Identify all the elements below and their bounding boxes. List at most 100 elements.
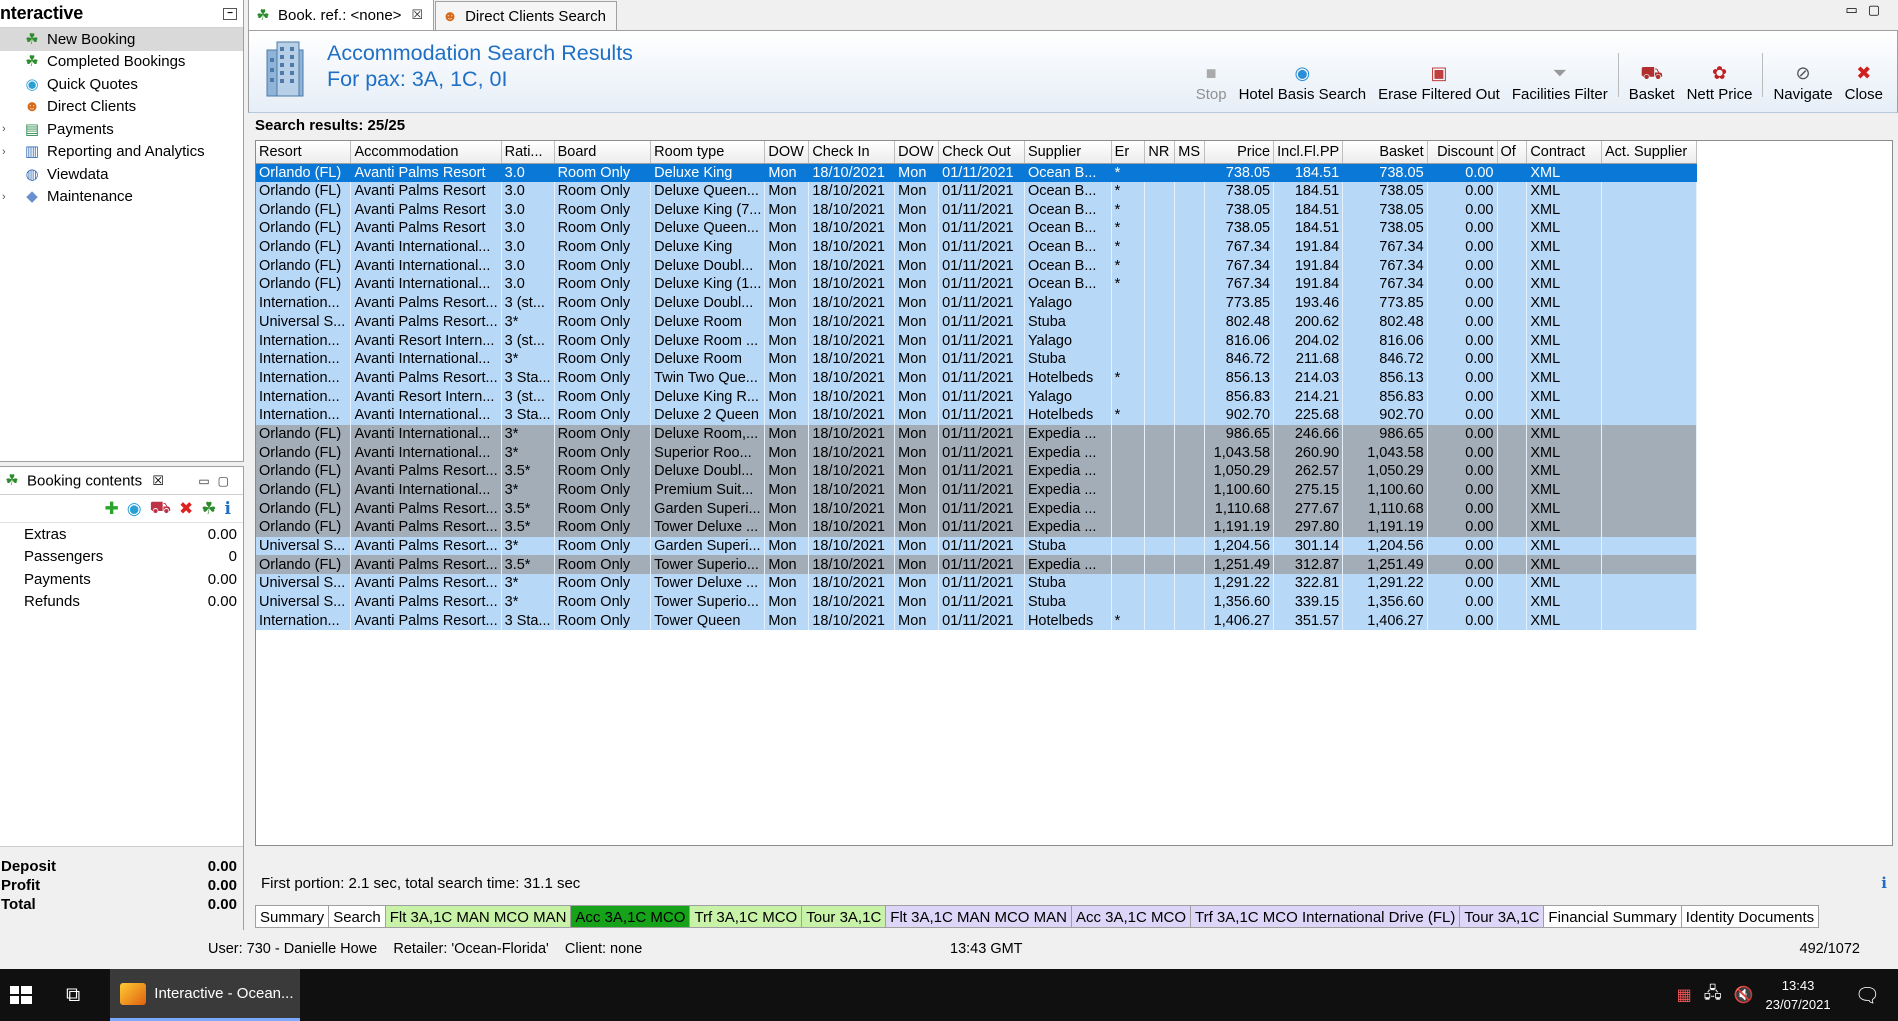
add-icon[interactable]: ✚ xyxy=(105,499,119,519)
column-header[interactable]: Er xyxy=(1111,141,1146,164)
table-row[interactable]: Orlando (FL) Avanti Palms Resort... 3.5* Ro… xyxy=(256,499,1892,519)
table-row[interactable]: Universal S... Avanti Palms Resort... 3* Ro… xyxy=(256,592,1892,612)
task-view-icon[interactable]: ⧉ xyxy=(66,984,80,1007)
table-row[interactable]: Internation... Avanti International... 3* R… xyxy=(256,349,1892,369)
close-tab-icon[interactable]: ☒ xyxy=(411,7,423,23)
column-header[interactable]: Discount xyxy=(1427,141,1498,164)
column-header[interactable]: Check In xyxy=(808,141,896,164)
delete-icon[interactable]: ✖ xyxy=(179,499,193,519)
column-header[interactable]: Rati... xyxy=(501,141,555,164)
table-row[interactable]: Universal S... Avanti Palms Resort... 3* Ro… xyxy=(256,312,1892,332)
table-row[interactable]: Universal S... Avanti Palms Resort... 3* Ro… xyxy=(256,574,1892,593)
nav-item-reporting-and-analytics[interactable]: › ▥ Reporting and Analytics xyxy=(0,141,243,164)
nav-item-quick-quotes[interactable]: ◉ Quick Quotes xyxy=(0,73,243,96)
tab-booking-ref[interactable]: ☘ Book. ref.: <none> ☒ xyxy=(248,0,435,30)
bottom-tab[interactable]: Tour 3A,1C xyxy=(1459,905,1545,928)
expand-icon[interactable]: › xyxy=(2,191,6,203)
column-header[interactable]: Act. Supplier xyxy=(1601,141,1697,164)
close-button[interactable]: ✖ Close xyxy=(1839,39,1889,103)
column-header[interactable]: Check Out xyxy=(938,141,1025,164)
column-header[interactable]: Board xyxy=(554,141,652,164)
table-row[interactable]: Orlando (FL) Avanti International... 3.0 Ro… xyxy=(256,256,1892,276)
nav-item-maintenance[interactable]: › ◆ Maintenance xyxy=(0,186,243,209)
nav-item-completed-bookings[interactable]: ☘ Completed Bookings xyxy=(0,51,243,74)
table-row[interactable]: Internation... Avanti Palms Resort... 3 St… xyxy=(256,611,1892,631)
table-row[interactable]: Orlando (FL) Avanti Palms Resort... 3.5* Ro… xyxy=(256,462,1892,481)
bottom-tab[interactable]: Flt 3A,1C MAN MCO MAN xyxy=(384,905,572,928)
window-controls[interactable]: ▭▢ xyxy=(1845,2,1890,18)
table-row[interactable]: Internation... Avanti International... 3 S… xyxy=(256,405,1892,425)
column-header[interactable]: Of xyxy=(1497,141,1528,164)
stop-button[interactable]: ■ Stop xyxy=(1190,39,1233,103)
column-header[interactable]: Basket xyxy=(1342,141,1428,164)
erase-filtered-out-button[interactable]: ▣ Erase Filtered Out xyxy=(1372,39,1506,103)
facilities-filter-button[interactable]: ⏷ Facilities Filter xyxy=(1506,39,1614,103)
taskbar-app-interactive[interactable]: Interactive - Ocean... xyxy=(110,969,301,1021)
table-row[interactable]: Internation... Avanti Resort Intern... 3 (… xyxy=(256,331,1892,350)
bottom-tab[interactable]: Trf 3A,1C MCO International Drive (FL) xyxy=(1190,905,1461,928)
taskbar-clock[interactable]: 13:43 23/07/2021 xyxy=(1766,976,1831,1014)
volume-muted-icon[interactable]: 🔇 xyxy=(1734,985,1754,1005)
navigate-button[interactable]: ⊘ Navigate xyxy=(1767,39,1838,103)
notifications-icon[interactable]: 🗨 xyxy=(1855,983,1880,1008)
refresh-globe-icon[interactable]: ◉ xyxy=(127,499,142,519)
table-row[interactable]: Orlando (FL) Avanti Palms Resort 3.0 Room O… xyxy=(256,200,1892,220)
bottom-tab[interactable]: Summary xyxy=(255,905,330,928)
table-row[interactable]: Internation... Avanti Palms Resort... 3 St… xyxy=(256,368,1892,388)
bottom-tab[interactable]: Financial Summary xyxy=(1543,905,1682,928)
table-row[interactable]: Orlando (FL) Avanti International... 3* Roo… xyxy=(256,424,1892,444)
table-row[interactable]: Universal S... Avanti Palms Resort... 3* Ro… xyxy=(256,536,1892,556)
table-row[interactable]: Orlando (FL) Avanti Palms Resort... 3.5* Ro… xyxy=(256,518,1892,537)
app-tray-icon[interactable]: ▦ xyxy=(1677,985,1692,1005)
basket-add-icon[interactable]: ⛟ xyxy=(150,498,171,520)
bottom-tab[interactable]: Identity Documents xyxy=(1680,905,1820,928)
table-row[interactable]: Orlando (FL) Avanti International... 3.0 Ro… xyxy=(256,275,1892,294)
basket-button[interactable]: ⛟ Basket xyxy=(1623,39,1681,103)
nett-price-button[interactable]: ✿ Nett Price xyxy=(1681,39,1759,103)
column-header[interactable]: Supplier xyxy=(1024,141,1112,164)
results-grid[interactable]: Resort Accommodation Rati... Board Room type… xyxy=(255,140,1893,846)
column-header[interactable]: DOW xyxy=(764,141,810,164)
table-row[interactable]: Orlando (FL) Avanti International... 3.0 Ro… xyxy=(256,237,1892,257)
table-row[interactable]: Internation... Avanti Resort Intern... 3 (… xyxy=(256,387,1892,406)
expand-icon[interactable]: › xyxy=(2,146,6,158)
column-header[interactable]: Resort xyxy=(256,141,352,164)
column-header[interactable]: MS xyxy=(1174,141,1206,164)
nav-item-viewdata[interactable]: ◍ Viewdata xyxy=(0,163,243,186)
bottom-tab[interactable]: Flt 3A,1C MAN MCO MAN xyxy=(885,905,1072,928)
column-header[interactable]: NR xyxy=(1144,141,1176,164)
bottom-tab[interactable]: Trf 3A,1C MCO xyxy=(689,905,803,928)
nav-item-new-booking[interactable]: ☘ New Booking xyxy=(0,28,243,51)
close-tab-icon[interactable]: ☒ xyxy=(152,473,164,488)
table-row[interactable]: Orlando (FL) Avanti Palms Resort 3.0 Room O… xyxy=(256,163,1892,182)
hotel-basis-search-button[interactable]: ◉ Hotel Basis Search xyxy=(1233,39,1373,103)
palm-tree-icon[interactable]: ☘ xyxy=(201,499,216,519)
column-header[interactable]: Incl.Fl.PP xyxy=(1273,141,1344,164)
nav-item-direct-clients[interactable]: ☻ Direct Clients xyxy=(0,96,243,119)
table-row[interactable]: Orlando (FL) Avanti International... 3* Roo… xyxy=(256,480,1892,500)
column-header[interactable]: DOW xyxy=(894,141,940,164)
column-header[interactable]: Accommodation xyxy=(350,141,502,164)
booking-contents-tab[interactable]: ☘ Booking contents ☒ ▭▢ xyxy=(0,467,243,495)
collapse-icon[interactable]: − xyxy=(223,7,237,20)
tab-direct-clients-search[interactable]: ☻ Direct Clients Search xyxy=(435,1,617,30)
window-controls[interactable]: ▭▢ xyxy=(198,474,237,488)
column-header[interactable]: Price xyxy=(1204,141,1275,164)
table-row[interactable]: Orlando (FL) Avanti Palms Resort 3.0 Room O… xyxy=(256,219,1892,238)
column-header[interactable]: Contract xyxy=(1526,141,1602,164)
column-header[interactable]: Room type xyxy=(650,141,766,164)
bottom-tab[interactable]: Acc 3A,1C MCO xyxy=(570,905,691,928)
table-row[interactable]: Orlando (FL) Avanti Palms Resort... 3.5* Ro… xyxy=(256,555,1892,575)
bottom-tab[interactable]: Acc 3A,1C MCO xyxy=(1070,905,1191,928)
expand-icon[interactable]: › xyxy=(2,123,6,135)
info-icon[interactable]: i xyxy=(1881,874,1887,892)
table-row[interactable]: Orlando (FL) Avanti Palms Resort 3.0 Room O… xyxy=(256,181,1892,201)
table-row[interactable]: Internation... Avanti Palms Resort... 3 (s… xyxy=(256,293,1892,313)
info-icon[interactable]: i xyxy=(225,499,231,519)
bottom-tab[interactable]: Tour 3A,1C xyxy=(801,905,887,928)
network-icon[interactable]: 🖧 xyxy=(1704,982,1722,1009)
bottom-tab[interactable]: Search xyxy=(328,905,386,928)
table-row[interactable]: Orlando (FL) Avanti International... 3* Roo… xyxy=(256,443,1892,462)
windows-start-icon[interactable] xyxy=(6,980,36,1010)
nav-item-payments[interactable]: › ▤ Payments xyxy=(0,118,243,141)
